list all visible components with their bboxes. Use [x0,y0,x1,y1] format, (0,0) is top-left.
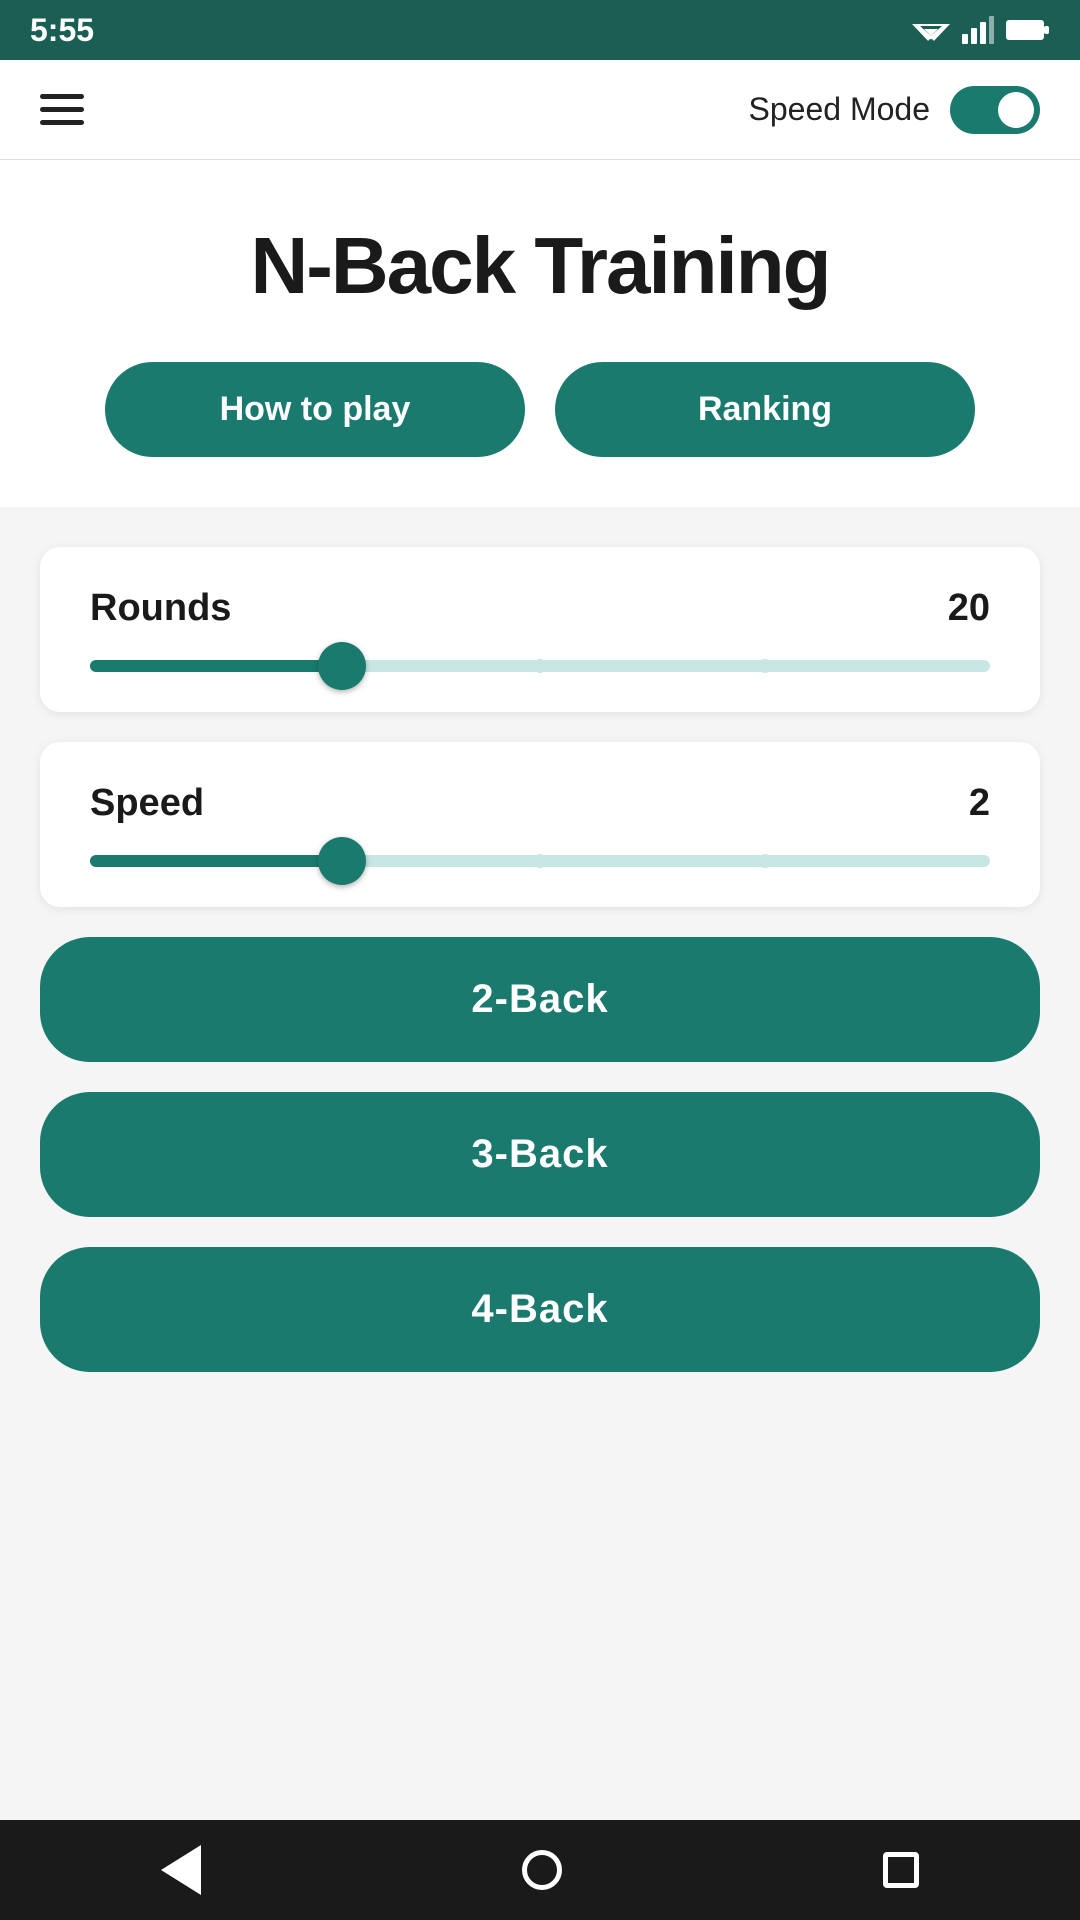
three-back-button[interactable]: 3-Back [40,1092,1040,1217]
speed-mode-toggle[interactable] [950,86,1040,134]
speed-slider-card: Speed 2 [40,742,1040,907]
nav-recent-button[interactable] [883,1852,919,1888]
status-icons [912,16,1050,44]
top-button-row: How to play Ranking [40,362,1040,457]
speed-tick-2 [758,854,772,868]
nav-bar [0,1820,1080,1920]
rounds-slider-fill [90,660,342,672]
status-time: 5:55 [30,12,94,49]
rounds-value: 20 [948,587,990,630]
app-bar: Speed Mode [0,60,1080,160]
wifi-icon [912,16,950,44]
speed-slider-fill [90,855,342,867]
speed-slider-track[interactable] [90,855,990,867]
nav-back-button[interactable] [161,1845,201,1895]
speed-mode-container: Speed Mode [749,86,1040,134]
hamburger-line-2 [40,107,84,112]
status-bar: 5:55 [0,0,1080,60]
menu-button[interactable] [40,94,84,125]
nav-home-button[interactable] [522,1850,562,1890]
speed-slider-header: Speed 2 [90,782,990,825]
speed-tick-1 [533,854,547,868]
content-section: Rounds 20 Speed 2 2-Back 3-Back 4-Back [0,507,1080,1372]
app-title: N-Back Training [40,220,1040,312]
header-section: N-Back Training How to play Ranking [0,160,1080,507]
rounds-slider-thumb[interactable] [318,642,366,690]
recent-square-icon [883,1852,919,1888]
four-back-button[interactable]: 4-Back [40,1247,1040,1372]
ranking-button[interactable]: Ranking [555,362,975,457]
speed-value: 2 [969,782,990,825]
speed-label: Speed [90,782,204,825]
battery-icon [1006,18,1050,42]
rounds-slider-header: Rounds 20 [90,587,990,630]
home-circle-icon [522,1850,562,1890]
rounds-tick-1 [533,659,547,673]
back-arrow-icon [161,1845,201,1895]
hamburger-line-3 [40,120,84,125]
speed-mode-label: Speed Mode [749,91,930,128]
rounds-slider-track[interactable] [90,660,990,672]
rounds-label: Rounds [90,587,231,630]
speed-slider-thumb[interactable] [318,837,366,885]
signal-icon [962,16,994,44]
two-back-button[interactable]: 2-Back [40,937,1040,1062]
rounds-tick-2 [758,659,772,673]
how-to-play-button[interactable]: How to play [105,362,525,457]
rounds-slider-card: Rounds 20 [40,547,1040,712]
hamburger-line-1 [40,94,84,99]
